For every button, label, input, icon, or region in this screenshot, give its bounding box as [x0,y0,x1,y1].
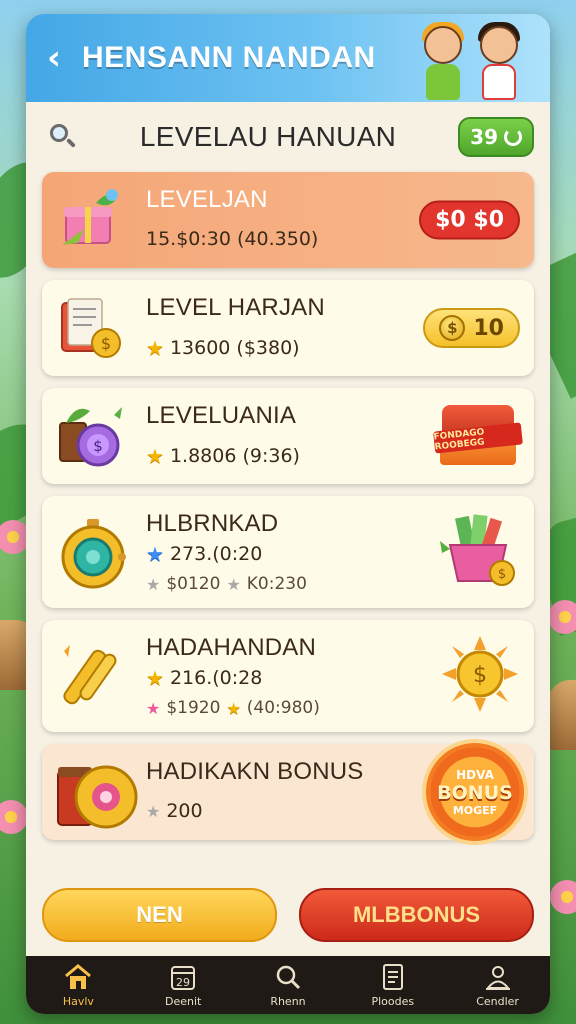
card-title: HADIKAKN BONUS [146,758,364,785]
sun-coin-icon: $ [440,634,520,718]
card-stats-text: 200 [166,800,203,822]
card-substats-a: $0120 [166,574,221,594]
card-stats: ★ 273.(0:20 [146,542,262,566]
notepad-coin-icon: $ [56,293,126,363]
tab-label: Rhenn [270,994,306,1008]
dollar-coin-icon: $ [439,315,466,341]
card-stats-text: 1.8806 (9:36) [169,445,300,467]
bonus-badge-line3: MOGEF [452,803,498,817]
tab-calendar[interactable]: 29 Deenit [138,963,228,1008]
tab-label: Havlv [62,994,94,1008]
gift-box-icon [56,185,126,255]
search-icon [273,963,303,991]
star-icon: ★ [146,574,161,594]
main-content: LEVELAU HANUAN 39 LEVELJAN 15.$0:30 (40.… [26,102,550,956]
star-icon: ★ [146,444,164,468]
profile-icon [483,963,513,991]
cash-basket-icon: $ [436,511,520,593]
document-icon [378,963,408,991]
bottom-tab-bar: Havlv 29 Deenit Rhenn Ploodes Cendler [26,956,550,1014]
tab-home[interactable]: Havlv [33,963,123,1008]
level-card[interactable]: LEVELJAN 15.$0:30 (40.350) $0 $0 [42,172,534,268]
app-header: ‹ HENSANN NANDAN [26,14,550,102]
coin-badge: $ 10 [423,308,520,348]
star-icon: ★ [146,542,164,566]
calendar-icon: 29 [168,963,198,991]
bonus-card[interactable]: HADIKAKN BONUS ★ 200 HDVA BONUS MOGEF [42,744,534,840]
tab-search[interactable]: Rhenn [243,963,333,1008]
tab-label: Ploodes [371,994,415,1008]
level-card[interactable]: $ LEVEL HARJAN ★ 13600 ($380) $ 10 [42,280,534,376]
card-stats-text: 273.(0:20 [169,543,263,565]
tab-label: Cendler [476,994,519,1008]
card-substats-b: K0:230 [246,574,307,594]
chevron-left-icon[interactable]: ‹ [26,14,82,102]
tab-profile[interactable]: Cendler [453,963,543,1008]
tab-documents[interactable]: Ploodes [348,963,438,1008]
page-title: LEVELAU HANUAN [139,121,397,152]
star-icon: ★ [146,698,161,718]
card-stats: ★ 200 [146,800,203,822]
card-stats-text: 216.(0:28 [169,667,263,689]
card-stats: ★ 1.8806 (9:36) [146,444,300,468]
primary-button[interactable]: NEN [42,888,277,942]
search-icon[interactable] [48,122,78,152]
reward-badge: $0 $0 [419,200,520,240]
coin-badge-value: 10 [473,315,504,341]
card-title: HADAHANDAN [146,634,317,661]
star-icon: ★ [146,336,164,360]
coin-plant-icon: $ [56,401,126,471]
home-icon [63,963,93,991]
star-icon: ★ [226,574,241,594]
action-bar: NEN MLBBONUS [42,888,534,942]
golden-sticks-icon [56,641,126,711]
card-substats-a: $1920 [166,698,221,718]
card-substats: ★ $0120 ★ K0:230 [146,574,307,594]
treasure-chest-icon [56,757,138,829]
refresh-icon [504,128,522,146]
header-title: HENSANN NANDAN [82,41,376,74]
level-card[interactable]: HADAHANDAN ★ 216.(0:28 ★ $1920 ★ (40:980… [42,620,534,732]
level-value: 39 [470,125,498,149]
title-row: LEVELAU HANUAN 39 [42,102,534,172]
svg-text:$: $ [93,437,103,455]
card-substats-b: (40:980) [246,698,320,718]
stopwatch-icon [56,517,126,589]
card-title: HLBRNKAD [146,510,279,537]
card-substats: ★ $1920 ★ (40:980) [146,698,320,718]
bonus-badge-line2: BONUS [437,781,513,804]
svg-text:$: $ [498,567,506,582]
card-stats: ★ 13600 ($380) [146,336,300,360]
svg-text:29: 29 [176,976,190,989]
card-title: LEVEL HARJAN [146,294,325,321]
tab-label: Deenit [165,994,202,1008]
card-title: LEVELJAN [146,186,268,213]
star-icon: ★ [146,801,161,821]
level-badge[interactable]: 39 [458,117,534,157]
level-card[interactable]: $ LEVELUANIA ★ 1.8806 (9:36) FONDAGO ROO… [42,388,534,484]
bonus-badge-line1: HDVA [456,767,494,782]
star-icon: ★ [226,698,241,718]
app-window: ‹ HENSANN NANDAN LEVELAU HANUAN 39 LEVEL… [26,14,550,1014]
card-stats: ★ 216.(0:28 [146,666,262,690]
bonus-badge: HDVA BONUS MOGEF [430,747,520,837]
svg-text:$: $ [473,663,487,688]
gift-chest-icon: FONDAGO ROOBEGG [433,401,523,471]
svg-text:$: $ [101,334,111,353]
card-stats: 15.$0:30 (40.350) [146,228,319,250]
level-card[interactable]: HLBRNKAD ★ 273.(0:20 ★ $0120 ★ K0:230 $ [42,496,534,608]
card-title: LEVELUANIA [146,402,297,429]
bonus-button[interactable]: MLBBONUS [299,888,534,942]
star-icon: ★ [146,666,164,690]
card-stats-text: 13600 ($380) [169,337,300,359]
mascot-illustration [406,20,536,100]
